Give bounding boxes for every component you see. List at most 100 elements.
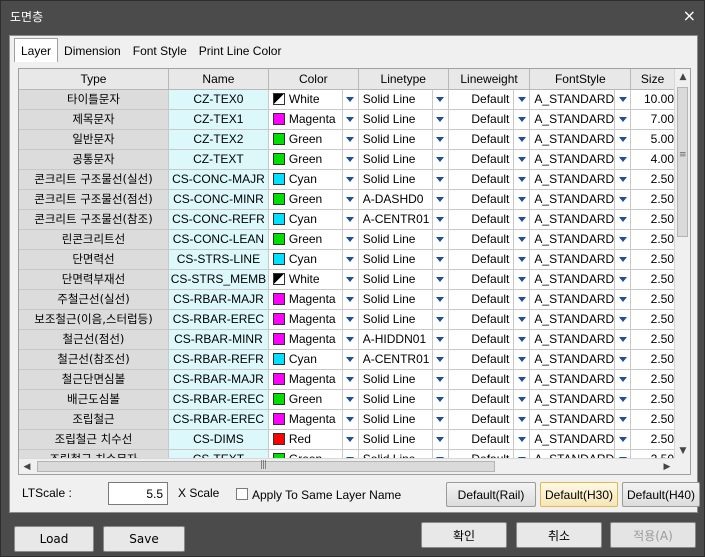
- chevron-down-icon[interactable]: [431, 129, 448, 148]
- table-row[interactable]: 타이틀문자 CZ-TEX0 White Solid Line Default A_STAN…: [19, 89, 675, 110]
- layer-name-cell[interactable]: CZ-TEXT: [168, 149, 269, 170]
- color-combo[interactable]: Red: [269, 429, 357, 448]
- color-cell[interactable]: Green: [268, 389, 359, 410]
- layer-name-cell[interactable]: CS-RBAR-MAJR: [168, 289, 269, 310]
- chevron-down-icon[interactable]: [431, 89, 448, 108]
- color-combo[interactable]: Cyan: [269, 209, 358, 228]
- chevron-down-icon[interactable]: [341, 389, 358, 408]
- chevron-down-icon[interactable]: [431, 389, 448, 408]
- chevron-down-icon[interactable]: [513, 309, 529, 328]
- fontstyle-cell[interactable]: A_STANDARD: [529, 109, 632, 130]
- chevron-down-icon[interactable]: [341, 349, 358, 368]
- chevron-down-icon[interactable]: [614, 149, 630, 168]
- layer-name-cell[interactable]: CS-RBAR-MAJR: [168, 369, 269, 390]
- linetype-combo[interactable]: A-CENTR01: [359, 209, 447, 228]
- chevron-down-icon[interactable]: [341, 249, 358, 268]
- color-combo[interactable]: White: [269, 89, 358, 108]
- fontstyle-cell[interactable]: A_STANDARD: [529, 389, 632, 410]
- layer-name-cell[interactable]: CS-STRS_MEMB: [168, 269, 269, 290]
- color-cell[interactable]: Magenta: [268, 369, 359, 390]
- layer-name-cell[interactable]: CZ-TEX0: [168, 89, 269, 110]
- cancel-button[interactable]: 취소: [516, 522, 602, 548]
- lineweight-combo[interactable]: Default: [449, 309, 529, 328]
- size-cell[interactable]: 2.50: [630, 169, 675, 190]
- layer-name-cell[interactable]: CS-CONC-REFR: [168, 209, 269, 230]
- fontstyle-cell[interactable]: A_STANDARD: [529, 329, 632, 350]
- table-row[interactable]: 조립철근 치수선 CS-DIMS Red Solid Line Default A_STA…: [19, 429, 675, 450]
- table-row[interactable]: 단면력선 CS-STRS-LINE Cyan Solid Line Default A_S…: [19, 249, 675, 270]
- lineweight-cell[interactable]: Default: [448, 309, 531, 330]
- chevron-down-icon[interactable]: [513, 429, 529, 448]
- chevron-down-icon[interactable]: [614, 229, 630, 248]
- fontstyle-combo[interactable]: A_STANDARD: [530, 429, 629, 448]
- fontstyle-cell[interactable]: A_STANDARD: [529, 229, 632, 250]
- default-h40-button[interactable]: Default(H40): [622, 482, 700, 507]
- chevron-down-icon[interactable]: [341, 289, 358, 308]
- chevron-down-icon[interactable]: [513, 109, 529, 128]
- column-header-linetype[interactable]: Linetype: [358, 69, 449, 90]
- chevron-down-icon[interactable]: [614, 289, 630, 308]
- scroll-left-icon[interactable]: ◀: [19, 459, 35, 474]
- layer-name-cell[interactable]: CS-CONC-MAJR: [168, 169, 269, 190]
- close-icon[interactable]: ×: [683, 6, 696, 25]
- fontstyle-cell[interactable]: A_STANDARD: [529, 169, 632, 190]
- size-cell[interactable]: 2.50: [630, 349, 675, 370]
- color-cell[interactable]: Magenta: [268, 409, 359, 430]
- fontstyle-combo[interactable]: A_STANDARD: [530, 89, 629, 108]
- chevron-down-icon[interactable]: [614, 209, 630, 228]
- size-cell[interactable]: 2.50: [630, 309, 675, 330]
- linetype-combo[interactable]: A-HIDDN01: [359, 329, 447, 348]
- chevron-down-icon[interactable]: [513, 169, 529, 188]
- chevron-down-icon[interactable]: [513, 349, 529, 368]
- color-combo[interactable]: Magenta: [269, 309, 357, 328]
- fontstyle-combo[interactable]: A_STANDARD: [530, 389, 629, 408]
- chevron-down-icon[interactable]: [614, 329, 630, 348]
- lineweight-combo[interactable]: Default: [449, 389, 529, 408]
- lineweight-combo[interactable]: Default: [449, 289, 529, 308]
- chevron-down-icon[interactable]: [614, 109, 630, 128]
- linetype-cell[interactable]: A-CENTR01: [358, 349, 449, 370]
- table-row[interactable]: 단면력부재선 CS-STRS_MEMB White Solid Line Default…: [19, 269, 675, 290]
- fontstyle-combo[interactable]: A_STANDARD: [530, 349, 629, 368]
- apply-same-layer-checkbox[interactable]: [236, 488, 248, 500]
- fontstyle-combo[interactable]: A_STANDARD: [530, 169, 629, 188]
- linetype-combo[interactable]: Solid Line: [359, 129, 448, 148]
- fontstyle-cell[interactable]: A_STANDARD: [529, 149, 632, 170]
- lineweight-cell[interactable]: Default: [448, 369, 531, 390]
- size-cell[interactable]: 2.50: [630, 229, 675, 250]
- lineweight-combo[interactable]: Default: [449, 369, 529, 388]
- chevron-down-icon[interactable]: [513, 189, 529, 208]
- linetype-combo[interactable]: Solid Line: [359, 429, 447, 448]
- size-cell[interactable]: 2.50: [630, 429, 675, 450]
- fontstyle-cell[interactable]: A_STANDARD: [529, 349, 632, 370]
- table-row[interactable]: 린콘크리트선 CS-CONC-LEAN Green Solid Line Default…: [19, 229, 675, 250]
- chevron-down-icon[interactable]: [341, 129, 358, 148]
- lineweight-cell[interactable]: Default: [448, 169, 531, 190]
- fontstyle-cell[interactable]: A_STANDARD: [529, 129, 632, 150]
- chevron-down-icon[interactable]: [614, 309, 630, 328]
- fontstyle-cell[interactable]: A_STANDARD: [529, 189, 632, 210]
- lineweight-combo[interactable]: Default: [449, 149, 529, 168]
- layer-name-cell[interactable]: CZ-TEX1: [168, 109, 269, 130]
- layer-name-cell[interactable]: CS-RBAR-EREC: [168, 389, 269, 410]
- chevron-down-icon[interactable]: [513, 389, 529, 408]
- lineweight-combo[interactable]: Default: [449, 349, 529, 368]
- lineweight-combo[interactable]: Default: [449, 229, 529, 248]
- fontstyle-combo[interactable]: A_STANDARD: [530, 149, 630, 168]
- linetype-cell[interactable]: Solid Line: [358, 429, 449, 450]
- chevron-down-icon[interactable]: [513, 369, 529, 388]
- ok-button[interactable]: 확인: [421, 522, 507, 548]
- table-row[interactable]: 철근단면심볼 CS-RBAR-MAJR Magenta Solid Line Defau…: [19, 369, 675, 390]
- default-h30-button[interactable]: Default(H30): [540, 482, 618, 507]
- chevron-down-icon[interactable]: [341, 209, 358, 228]
- color-combo[interactable]: Cyan: [269, 249, 358, 268]
- chevron-down-icon[interactable]: [431, 409, 448, 428]
- chevron-down-icon[interactable]: [431, 249, 448, 268]
- lineweight-combo[interactable]: Default: [449, 89, 529, 108]
- color-cell[interactable]: Magenta: [268, 309, 359, 330]
- lineweight-combo[interactable]: Default: [449, 249, 529, 268]
- lineweight-cell[interactable]: Default: [448, 89, 531, 110]
- fontstyle-cell[interactable]: A_STANDARD: [529, 429, 632, 450]
- chevron-down-icon[interactable]: [431, 349, 448, 368]
- chevron-down-icon[interactable]: [341, 89, 358, 108]
